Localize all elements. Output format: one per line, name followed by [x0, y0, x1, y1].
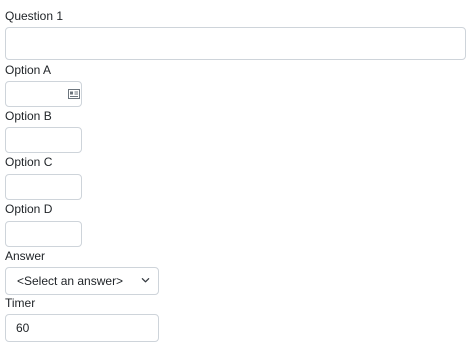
timer-label: Timer [5, 296, 36, 310]
option-a-input[interactable] [5, 81, 82, 107]
answer-select[interactable]: <Select an answer> [5, 267, 159, 295]
timer-input[interactable]: 60 [5, 314, 159, 342]
question-input[interactable] [5, 27, 466, 60]
timer-value: 60 [16, 321, 30, 335]
option-d-input[interactable] [5, 221, 82, 247]
option-a-label: Option A [5, 63, 52, 77]
option-b-label: Option B [5, 109, 52, 123]
option-c-label: Option C [5, 155, 53, 169]
option-c-input[interactable] [5, 174, 82, 200]
option-d-label: Option D [5, 202, 53, 216]
question-label: Question 1 [5, 9, 64, 23]
answer-label: Answer [5, 249, 46, 263]
chevron-down-icon [141, 278, 150, 283]
answer-selected-value: <Select an answer> [17, 274, 124, 288]
option-b-input[interactable] [5, 127, 82, 153]
contact-card-icon[interactable] [68, 89, 80, 99]
